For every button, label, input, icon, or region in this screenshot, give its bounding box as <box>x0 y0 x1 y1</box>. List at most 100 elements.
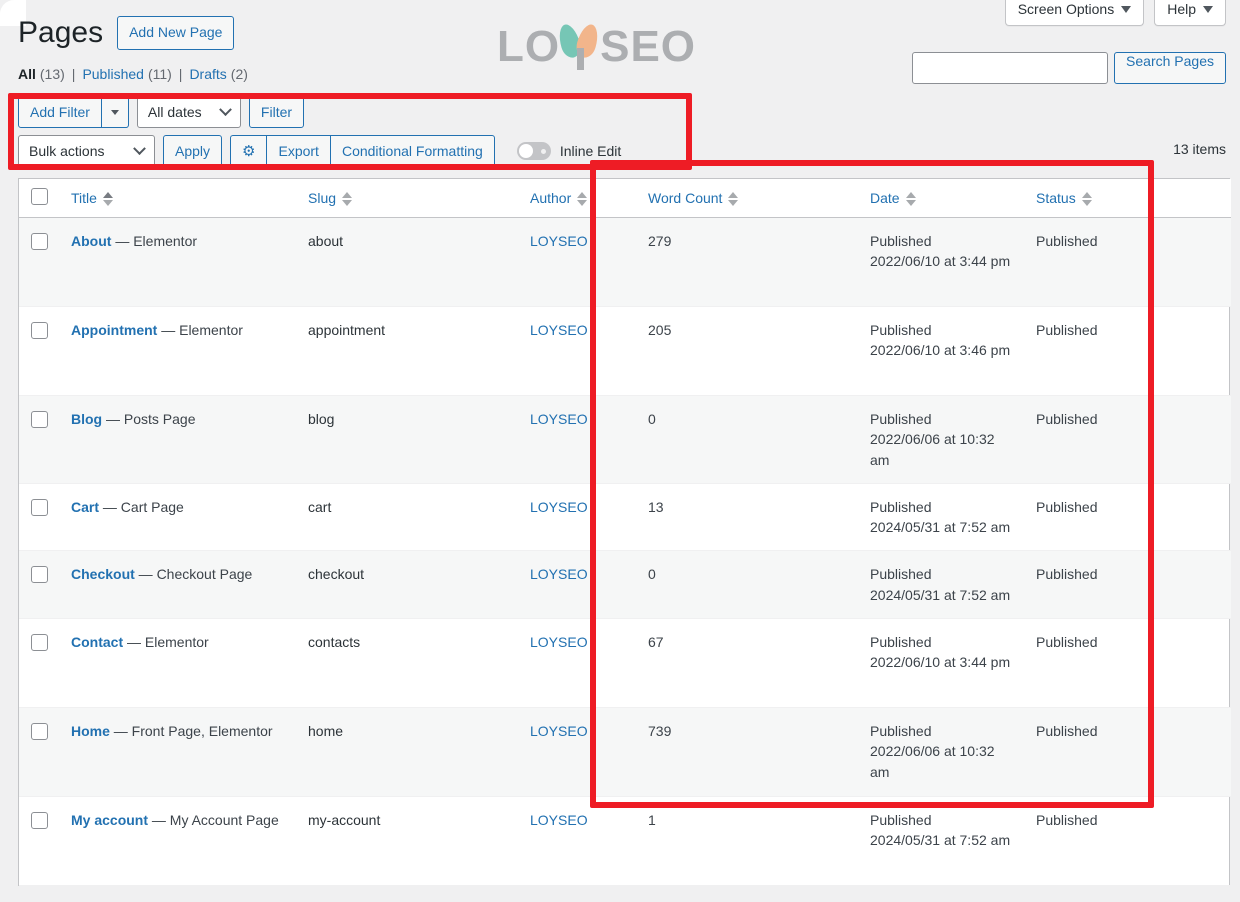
row-author-link[interactable]: LOYSEO <box>530 411 588 427</box>
row-title-link[interactable]: Contact <box>71 634 123 650</box>
row-author-link[interactable]: LOYSEO <box>530 233 588 249</box>
view-link-published[interactable]: Published <box>82 66 144 82</box>
toolbar-row-actions: Bulk actions Apply ⚙ Export Conditional … <box>18 135 621 167</box>
screen-meta-bar: Screen Options Help <box>1004 0 1226 26</box>
row-post-state: — Front Page, Elementor <box>109 723 273 740</box>
cell-status: Published <box>1026 306 1151 396</box>
cell-word-count: 739 <box>638 707 860 798</box>
settings-gear-button[interactable]: ⚙ <box>230 135 267 167</box>
row-title-link[interactable]: Cart <box>71 499 99 515</box>
loyseo-logo: LO SEO <box>497 22 696 70</box>
row-author-link[interactable]: LOYSEO <box>530 723 588 739</box>
row-title-link[interactable]: My account <box>71 812 148 828</box>
date-value: 2024/05/31 at 7:52 am <box>870 832 1011 849</box>
table-row[interactable]: About — Elementor about LOYSEO 279 Publi… <box>19 217 1231 307</box>
select-all-checkbox[interactable] <box>31 188 48 205</box>
column-header-status[interactable]: Status <box>1026 179 1151 218</box>
column-header-slug[interactable]: Slug <box>298 179 520 218</box>
logo-text: LO SEO <box>497 22 696 70</box>
view-count-drafts: (2) <box>230 66 248 82</box>
export-button[interactable]: Export <box>266 135 330 167</box>
cell-slug: blog <box>298 395 520 484</box>
row-checkbox[interactable] <box>31 634 48 652</box>
search-box: Search Pages <box>912 52 1226 84</box>
view-link-all[interactable]: All <box>18 66 36 82</box>
date-label: Published <box>870 634 932 651</box>
column-header-date[interactable]: Date <box>860 179 1026 218</box>
table-tools-group: ⚙ Export Conditional Formatting <box>230 135 495 167</box>
cell-date: Published 2022/06/06 at 10:32 am <box>860 395 1026 484</box>
cell-date: Published 2024/05/31 at 7:52 am <box>860 483 1026 552</box>
sort-arrows-icon <box>728 192 739 206</box>
add-filter-dropdown-button[interactable] <box>101 96 129 128</box>
view-link-drafts[interactable]: Drafts <box>189 66 226 82</box>
table-row[interactable]: Cart — Cart Page cart LOYSEO 13 Publishe… <box>19 483 1231 552</box>
search-input[interactable] <box>912 52 1109 84</box>
chevron-down-icon <box>1203 5 1213 13</box>
cell-title: Contact — Elementor <box>61 618 298 709</box>
row-title-link[interactable]: Blog <box>71 411 102 427</box>
help-button[interactable]: Help <box>1154 0 1226 26</box>
row-title-link[interactable]: Appointment <box>71 322 157 338</box>
row-title-link[interactable]: Checkout <box>71 566 135 582</box>
cell-date: Published 2024/05/31 at 7:52 am <box>860 796 1026 887</box>
cell-author: LOYSEO <box>520 796 638 887</box>
table-row[interactable]: My account — My Account Page my-account … <box>19 796 1231 887</box>
row-title-link[interactable]: Home <box>71 723 110 739</box>
column-label-slug: Slug <box>308 190 337 206</box>
row-post-state: — My Account Page <box>148 812 279 829</box>
sort-arrows-icon <box>102 192 113 206</box>
add-filter-button[interactable]: Add Filter <box>18 96 102 128</box>
conditional-formatting-button[interactable]: Conditional Formatting <box>329 135 495 167</box>
table-row[interactable]: Blog — Posts Page blog LOYSEO 0 Publishe… <box>19 395 1231 484</box>
column-header-title[interactable]: Title <box>61 179 298 218</box>
cell-title: Home — Front Page, Elementor <box>61 707 298 798</box>
inline-edit-toggle[interactable] <box>516 142 551 160</box>
row-checkbox[interactable] <box>31 498 48 516</box>
chevron-down-icon <box>219 102 232 116</box>
row-checkbox[interactable] <box>31 322 48 339</box>
row-author-link[interactable]: LOYSEO <box>530 812 588 828</box>
date-label: Published <box>870 411 932 427</box>
table-row[interactable]: Home — Front Page, Elementor home LOYSEO… <box>19 707 1231 798</box>
cell-author: LOYSEO <box>520 483 638 552</box>
logo-y-stem <box>577 48 585 70</box>
cell-word-count: 0 <box>638 395 860 484</box>
table-row[interactable]: Contact — Elementor contacts LOYSEO 67 P… <box>19 618 1231 709</box>
column-header-word-count[interactable]: Word Count <box>638 179 860 218</box>
date-value: 2022/06/10 at 3:46 pm <box>870 342 1011 359</box>
screen-options-button[interactable]: Screen Options <box>1004 0 1145 26</box>
row-checkbox[interactable] <box>31 812 48 830</box>
row-title-link[interactable]: About <box>71 233 111 249</box>
cell-author: LOYSEO <box>520 395 638 484</box>
row-checkbox[interactable] <box>31 411 48 428</box>
row-select-cell <box>19 550 61 620</box>
row-checkbox[interactable] <box>31 723 48 741</box>
row-author-link[interactable]: LOYSEO <box>530 322 588 338</box>
search-pages-button[interactable]: Search Pages <box>1114 52 1226 84</box>
bulk-actions-select[interactable]: Bulk actions <box>18 135 155 167</box>
cell-title: About — Elementor <box>61 217 298 307</box>
toggle-dot-icon <box>540 149 546 154</box>
add-new-page-button[interactable]: Add New Page <box>117 15 235 50</box>
screen-options-label: Screen Options <box>1017 1 1115 17</box>
row-author-link[interactable]: LOYSEO <box>530 499 588 515</box>
row-author-link[interactable]: LOYSEO <box>530 634 588 650</box>
date-label: Published <box>870 723 932 740</box>
cell-spacer <box>1151 618 1231 709</box>
row-checkbox[interactable] <box>31 566 48 584</box>
cell-spacer <box>1151 707 1231 798</box>
date-value: 2022/06/06 at 10:32 am <box>870 431 995 468</box>
row-checkbox[interactable] <box>31 233 48 250</box>
column-label-status: Status <box>1036 190 1076 206</box>
cell-slug: appointment <box>298 306 520 396</box>
row-post-state: — Elementor <box>111 233 198 249</box>
apply-button[interactable]: Apply <box>163 135 223 167</box>
row-author-link[interactable]: LOYSEO <box>530 566 588 582</box>
table-row[interactable]: Checkout — Checkout Page checkout LOYSEO… <box>19 550 1231 620</box>
column-header-author[interactable]: Author <box>520 179 638 218</box>
table-row[interactable]: Appointment — Elementor appointment LOYS… <box>19 306 1231 396</box>
cell-status: Published <box>1026 550 1151 620</box>
all-dates-select[interactable]: All dates <box>136 96 241 128</box>
filter-button[interactable]: Filter <box>248 96 305 128</box>
